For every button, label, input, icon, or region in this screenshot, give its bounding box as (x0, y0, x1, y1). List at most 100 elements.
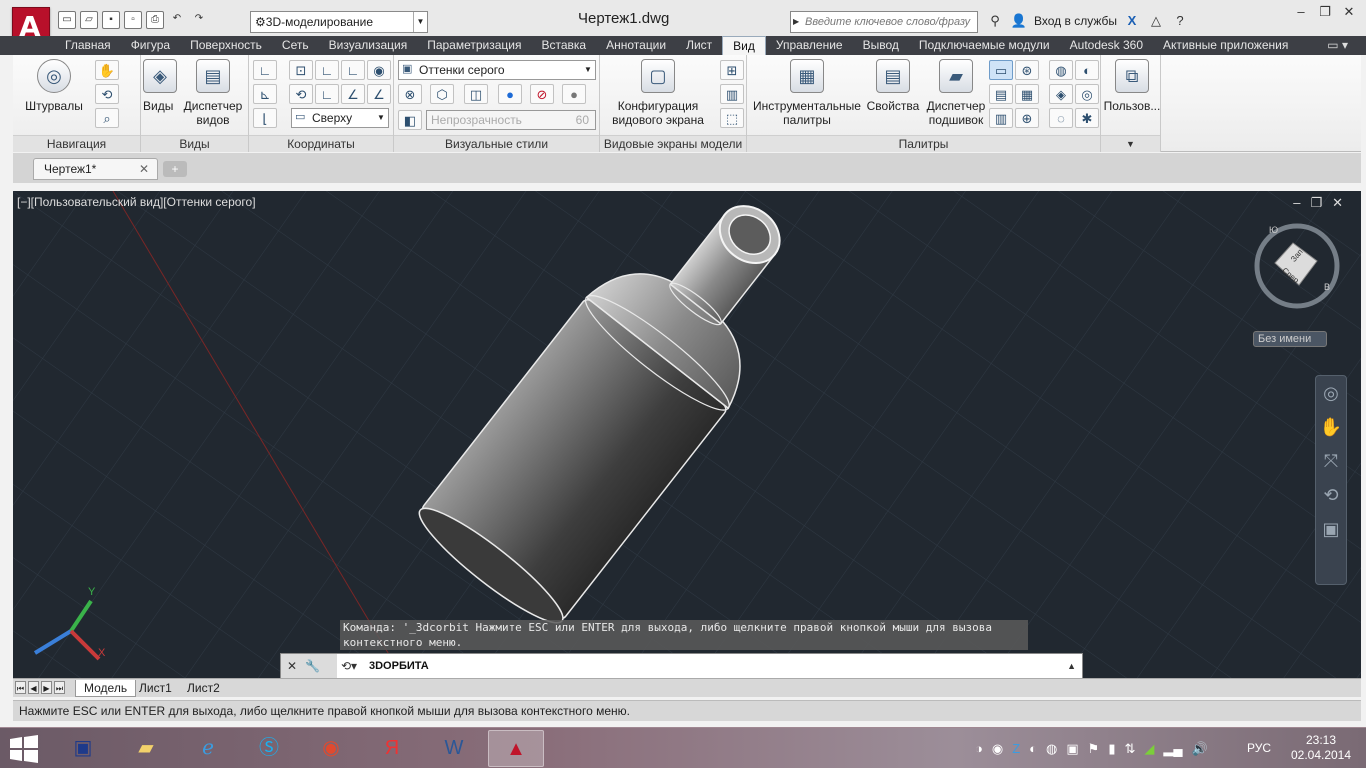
tab-mesh[interactable]: Сеть (272, 36, 319, 55)
workspace-selector[interactable]: ⚙3D-моделирование ▼ (250, 11, 428, 33)
ucs-origin-icon[interactable]: ⊾ (253, 84, 277, 104)
tab-render[interactable]: Визуализация (319, 36, 418, 55)
drawing-viewport[interactable]: X Y Зап Спер Ю В [−][Пользовательский ви… (13, 191, 1361, 678)
named-viewports-icon[interactable]: ⊞ (720, 60, 744, 80)
orbit-icon[interactable]: ⟲ (1316, 478, 1346, 512)
layout-tab-model[interactable]: Модель (75, 680, 137, 697)
material-icon[interactable]: ⊘ (530, 84, 554, 104)
tab-surface[interactable]: Поверхность (180, 36, 272, 55)
close-icon[interactable]: ✕ (139, 159, 149, 179)
tray-network-app-icon[interactable]: ◉ (992, 741, 1003, 757)
command-input[interactable]: 3DОРБИТА (369, 654, 429, 678)
command-line-icon[interactable]: ▭ (989, 60, 1013, 80)
design-center-icon[interactable]: ⊛ (1015, 60, 1039, 80)
command-line[interactable]: ✕ 🔧 ⟲▾ 3DОРБИТА ▲ (280, 653, 1083, 678)
tab-output[interactable]: Вывод (853, 36, 909, 55)
orbit-icon[interactable]: ⟲ (95, 84, 119, 104)
help-icon[interactable]: ? (1171, 12, 1189, 30)
environment-icon[interactable]: ● (562, 84, 586, 104)
tray-signal-icon[interactable]: ▂▄ (1163, 741, 1182, 757)
file-explorer-icon[interactable]: ▰ (118, 730, 174, 767)
clock[interactable]: 23:13 02.04.2014 (1286, 733, 1356, 763)
join-viewports-icon[interactable]: ▥ (720, 84, 744, 104)
zoom-icon[interactable]: ⤧ (1316, 444, 1346, 478)
tab-layout[interactable]: Лист (676, 36, 722, 55)
tray-network-icon[interactable]: ⇅ (1124, 741, 1135, 757)
chevron-up-icon[interactable]: ▲ (1067, 654, 1076, 678)
tab-plugins[interactable]: Подключаемые модули (909, 36, 1060, 55)
ucs-combo[interactable]: ▭ Сверху ▼ (291, 108, 389, 128)
binoculars-icon[interactable]: ⚲ (986, 12, 1004, 30)
close-icon[interactable]: ✕ (287, 659, 297, 673)
tab-parametric[interactable]: Параметризация (417, 36, 531, 55)
ucs-previous-icon[interactable]: ⟲ (289, 84, 313, 104)
opacity-icon[interactable]: ◧ (398, 110, 422, 130)
sheet-set-manager-button[interactable]: ▰ Диспетчер подшивок (923, 59, 989, 127)
prev-layout-icon[interactable]: ◀ (28, 681, 39, 694)
user-panel-expand-icon[interactable]: ▼ (1101, 135, 1160, 152)
tray-chrome-icon[interactable]: ◍ (1046, 741, 1057, 757)
zoom-icon[interactable]: ⌕ (95, 108, 119, 128)
markup-icon[interactable]: ▥ (989, 108, 1013, 128)
viewport-label[interactable]: [−][Пользовательский вид][Оттенки серого… (17, 195, 256, 209)
new-file-icon[interactable]: ▭ (58, 11, 76, 29)
view-manager-button[interactable]: ▤ Диспетчер видов (177, 59, 249, 127)
face-color-icon[interactable]: ● (498, 84, 522, 104)
print-icon[interactable]: ⎙ (146, 11, 164, 29)
ucs-view-icon[interactable]: ⌊ (253, 108, 277, 128)
wrench-icon[interactable]: 🔧 (305, 659, 320, 673)
exchange-icon[interactable]: X (1123, 12, 1141, 30)
compass-south[interactable]: Ю (1269, 225, 1278, 235)
restore-icon[interactable]: ❐ (1310, 195, 1322, 211)
redo-icon[interactable]: ↷ (190, 11, 208, 29)
user-interface-button[interactable]: ⧉ Пользов... (1103, 59, 1161, 113)
tray-battery-icon[interactable]: ▮ (1108, 741, 1115, 757)
visual-styles-manager-icon[interactable]: ✱ (1075, 108, 1099, 128)
panel-visual-styles-title[interactable]: Визуальные стили (394, 135, 599, 152)
steering-wheels-button[interactable]: ◎ Штурвалы (21, 59, 87, 113)
search-input[interactable]: Введите ключевое слово/фразу (790, 11, 978, 33)
shadow-icon[interactable]: ⬡ (430, 84, 454, 104)
ucs-zaxis-icon[interactable]: ∠ (367, 84, 391, 104)
layout-tab-sheet1[interactable]: Лист1 (131, 680, 180, 697)
autocad-taskbar-icon[interactable]: ▲ (488, 730, 544, 767)
tray-z-icon[interactable]: Z (1012, 741, 1020, 756)
pan-icon[interactable]: ✋ (1316, 410, 1346, 444)
opacity-slider[interactable]: Непрозрачность 60 (426, 110, 596, 130)
viewport-config-button[interactable]: ▢ Конфигурация видового экрана (606, 59, 710, 127)
minimize-icon[interactable]: – (1293, 195, 1300, 211)
calculator-icon[interactable]: ▦ (1015, 84, 1039, 104)
autodesk-icon[interactable]: △ (1147, 12, 1165, 30)
properties-button[interactable]: ▤ Свойства (865, 59, 921, 113)
close-icon[interactable]: ✕ (1338, 4, 1360, 22)
tray-app-icon[interactable]: ◑ (975, 741, 983, 756)
first-layout-icon[interactable]: ⏮ (15, 681, 26, 694)
tab-view[interactable]: Вид (722, 36, 766, 55)
views-button[interactable]: ◈ Виды (143, 59, 177, 113)
save-icon[interactable]: ▪ (102, 11, 120, 29)
yandex-icon[interactable]: Я (364, 730, 420, 767)
tool-palettes-button[interactable]: ▦ Инструментальные палитры (753, 59, 861, 127)
pan-icon[interactable]: ✋ (95, 60, 119, 80)
tab-autodesk360[interactable]: Autodesk 360 (1060, 36, 1153, 55)
tray-nvidia-icon[interactable]: ◢ (1144, 741, 1154, 757)
ucs-object-icon[interactable]: ∟ (315, 84, 339, 104)
ucs-world-icon[interactable]: ⊡ (289, 60, 313, 80)
floppy-icon[interactable]: ▣ (55, 730, 111, 767)
chrome-icon[interactable]: ◉ (303, 730, 359, 767)
layout-tab-sheet2[interactable]: Лист2 (179, 680, 228, 697)
windows-start-icon[interactable] (8, 735, 40, 763)
material-editor-icon[interactable]: ◈ (1049, 84, 1073, 104)
close-icon[interactable]: ✕ (1332, 195, 1343, 211)
compass-east[interactable]: В (1324, 282, 1330, 292)
lights-icon[interactable]: ◎ (1075, 84, 1099, 104)
xray-icon[interactable]: ⊗ (398, 84, 422, 104)
tray-flag-icon[interactable]: ⚑ (1088, 741, 1100, 757)
ribbon-options-icon[interactable]: ▭ ▾ (1327, 38, 1348, 52)
command-prompt-icon[interactable]: ⟲▾ (341, 654, 357, 678)
restore-viewports-icon[interactable]: ⬚ (720, 108, 744, 128)
render-icon[interactable]: ◐ (1075, 60, 1099, 80)
word-icon[interactable]: W (426, 730, 482, 767)
language-indicator[interactable]: РУС (1247, 741, 1271, 755)
steering-wheel-icon[interactable]: ◎ (1316, 376, 1346, 410)
